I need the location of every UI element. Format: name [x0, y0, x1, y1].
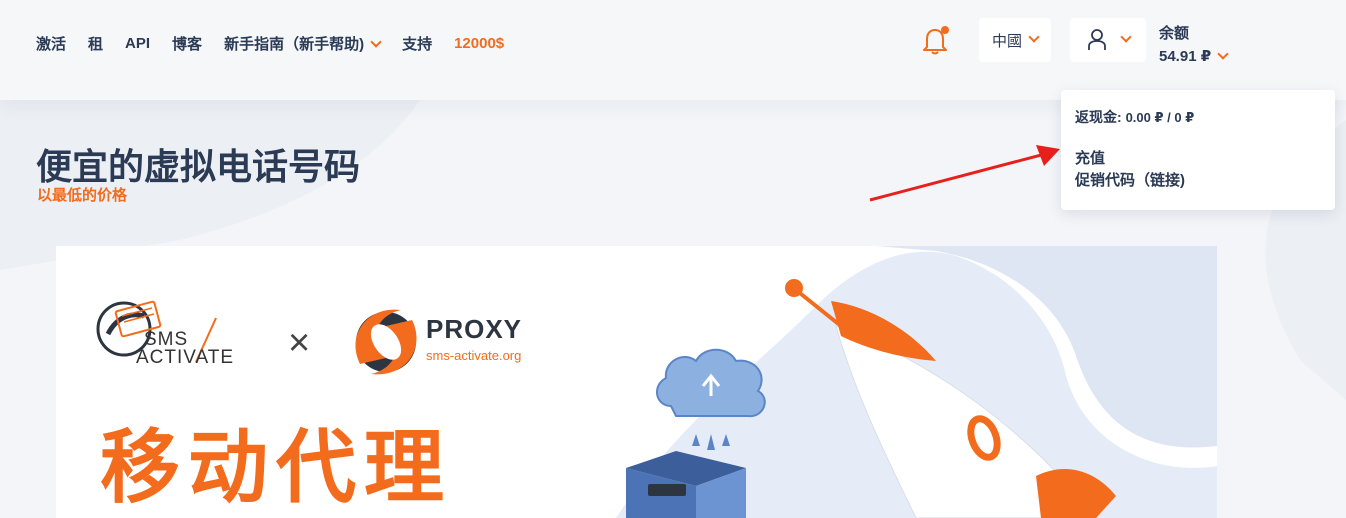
topup-link[interactable]: 充值	[1075, 147, 1105, 168]
balance-value-row: 54.91 ₽	[1159, 47, 1229, 65]
proxy-logo-subtitle: sms-activate.org	[426, 348, 522, 363]
bell-icon[interactable]	[922, 25, 950, 55]
balance-label: 余额	[1159, 25, 1190, 42]
proxy-logo-title: PROXY	[426, 314, 523, 344]
nav-rent[interactable]: 租	[88, 33, 103, 54]
nav-guide-label: 新手指南（新手帮助)	[224, 36, 365, 53]
balance-dropdown: 返现金: 0.00 ₽ / 0 ₽ 充值 促销代码（链接)	[1061, 90, 1335, 210]
nav-api[interactable]: API	[125, 35, 150, 52]
annotation-arrow	[869, 145, 1060, 202]
banner-headline: 移动代理	[100, 423, 452, 512]
times-icon: ×	[288, 322, 311, 364]
cashback-value: 0.00 ₽ / 0 ₽	[1125, 110, 1195, 125]
chevron-down-icon	[1217, 48, 1229, 60]
page-title: 便宜的虚拟电话号码	[36, 146, 361, 187]
user-menu[interactable]	[1070, 18, 1146, 62]
promo-code-link[interactable]: 促销代码（链接)	[1075, 169, 1185, 190]
nav-blog[interactable]: 博客	[172, 33, 202, 54]
chevron-down-icon	[1028, 31, 1040, 43]
user-icon	[1088, 29, 1106, 50]
top-header: 激活 租 API 博客 新手指南（新手帮助) 支持 12000$ 中國 余额 5…	[0, 0, 1346, 100]
nav-guide[interactable]: 新手指南（新手帮助)	[224, 33, 382, 54]
language-selector[interactable]: 中國	[979, 18, 1051, 62]
balance-value: 54.91 ₽	[1159, 48, 1212, 65]
cashback-row: 返现金: 0.00 ₽ / 0 ₽	[1075, 109, 1195, 125]
nav-activation[interactable]: 激活	[36, 33, 66, 54]
nav-promo-amount[interactable]: 12000$	[454, 35, 504, 52]
main-nav: 激活 租 API 博客 新手指南（新手帮助) 支持 12000$	[36, 33, 526, 54]
language-label: 中國	[991, 32, 1022, 50]
nav-support[interactable]: 支持	[402, 33, 432, 54]
chevron-down-icon	[370, 36, 382, 48]
cashback-label: 返现金	[1075, 109, 1117, 125]
balance-widget[interactable]: 余额 54.91 ₽	[1159, 22, 1229, 65]
chevron-down-icon	[1120, 31, 1132, 43]
promo-banner[interactable]: SMS ACTIVATE × PROXY sms-activate.org 移动…	[56, 246, 1217, 518]
sms-logo-text-bottom: ACTIVATE	[136, 347, 235, 368]
page-subtitle: 以最低的价格	[37, 187, 128, 204]
